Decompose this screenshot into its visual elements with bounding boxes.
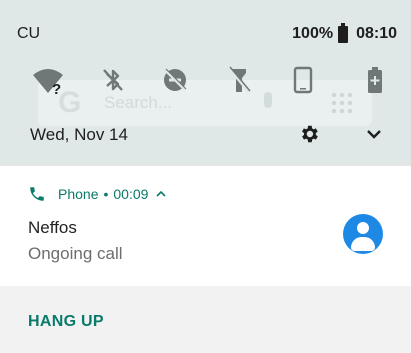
dnd-tile[interactable] bbox=[155, 60, 195, 100]
status-right-group: 100% 08:10 bbox=[292, 22, 397, 43]
notification-app-name: Phone bbox=[58, 186, 99, 202]
settings-gear-icon[interactable] bbox=[298, 123, 320, 145]
quick-settings-panel: G Search... CU 100% 08:10 ? Wed, Nov 14 bbox=[0, 0, 411, 164]
hang-up-button[interactable]: HANG UP bbox=[28, 313, 104, 331]
notification-shade: G Search... CU 100% 08:10 ? Wed, Nov 14 … bbox=[0, 0, 411, 353]
date-label: Wed, Nov 14 bbox=[30, 125, 128, 144]
do-not-disturb-off-icon bbox=[164, 68, 187, 91]
chevron-down-icon[interactable] bbox=[364, 126, 384, 142]
notification-text: Ongoing call bbox=[28, 244, 123, 263]
auto-rotate-icon bbox=[293, 66, 313, 94]
notification-title: Neffos bbox=[28, 218, 77, 237]
bluetooth-tile[interactable] bbox=[93, 60, 133, 100]
quick-settings-tiles: ? bbox=[0, 60, 411, 100]
avatar-head bbox=[357, 222, 369, 234]
phone-icon bbox=[30, 187, 44, 201]
call-elapsed-time: 00:09 bbox=[113, 186, 149, 202]
battery-saver-icon bbox=[368, 67, 382, 93]
wifi-question-icon: ? bbox=[33, 69, 63, 95]
notification-header: Phone • 00:09 bbox=[28, 185, 167, 203]
flashlight-tile[interactable] bbox=[219, 60, 259, 100]
bluetooth-off-icon bbox=[103, 69, 123, 91]
chevron-up-icon[interactable] bbox=[156, 190, 167, 198]
carrier-label: CU bbox=[17, 25, 41, 42]
call-notification[interactable]: Phone • 00:09 Neffos Ongoing call HANG U… bbox=[0, 166, 411, 353]
contact-avatar-icon bbox=[343, 214, 383, 254]
clock: 08:10 bbox=[356, 25, 397, 42]
rotate-tile[interactable] bbox=[283, 60, 323, 100]
status-bar: CU 100% 08:10 bbox=[0, 0, 411, 60]
battery-saver-tile[interactable] bbox=[355, 60, 395, 100]
notification-actions: HANG UP bbox=[0, 286, 411, 353]
header-separator: • bbox=[103, 186, 109, 202]
battery-icon bbox=[338, 22, 349, 43]
battery-percent: 100% bbox=[292, 25, 334, 42]
avatar-body bbox=[351, 237, 375, 251]
svg-text:?: ? bbox=[52, 81, 61, 95]
wifi-tile[interactable]: ? bbox=[28, 60, 68, 100]
flashlight-off-icon bbox=[227, 66, 251, 93]
